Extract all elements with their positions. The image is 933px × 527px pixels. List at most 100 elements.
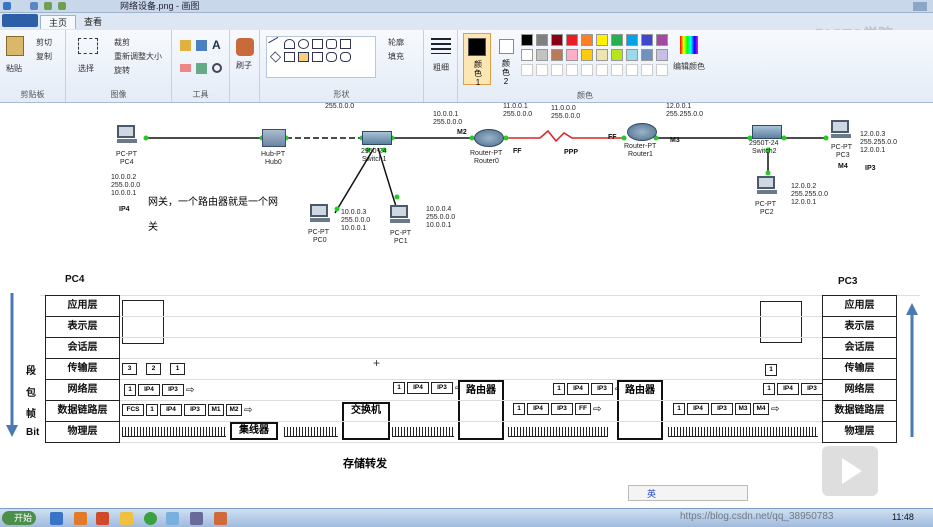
brush-icon[interactable] bbox=[236, 38, 254, 56]
palette-swatch[interactable] bbox=[626, 64, 638, 76]
desktop-icon[interactable] bbox=[50, 512, 63, 525]
palette-swatch[interactable] bbox=[566, 34, 578, 46]
pc0-icon[interactable] bbox=[310, 204, 330, 222]
edit-colors-icon[interactable] bbox=[680, 36, 698, 54]
pc4-icon[interactable] bbox=[117, 125, 137, 143]
app-icon[interactable] bbox=[96, 512, 109, 525]
ime-toolbar[interactable]: 英 bbox=[628, 485, 748, 501]
curve-shape-icon[interactable] bbox=[284, 39, 295, 49]
copy-button[interactable]: 复制 bbox=[36, 51, 52, 62]
magnifier-icon[interactable] bbox=[212, 63, 222, 73]
color-palette[interactable] bbox=[521, 34, 671, 82]
star-shape-icon[interactable] bbox=[312, 52, 323, 62]
switch1-icon[interactable] bbox=[362, 131, 392, 145]
palette-swatch[interactable] bbox=[626, 34, 638, 46]
chrome-icon[interactable] bbox=[144, 512, 157, 525]
paint-taskbar-icon[interactable] bbox=[166, 512, 179, 525]
palette-swatch[interactable] bbox=[536, 49, 548, 61]
palette-swatch[interactable] bbox=[566, 49, 578, 61]
palette-swatch[interactable] bbox=[521, 34, 533, 46]
edit-colors-button[interactable]: 编辑颜色 bbox=[673, 61, 705, 72]
tab-view[interactable]: 查看 bbox=[76, 15, 110, 29]
pencil-icon[interactable] bbox=[180, 40, 191, 51]
rectangle-shape-icon[interactable] bbox=[312, 39, 323, 49]
switch2-icon[interactable] bbox=[752, 125, 782, 139]
gateway-note-line2: 关 bbox=[148, 222, 158, 233]
tab-home[interactable]: 主页 bbox=[40, 15, 77, 29]
rotate-button[interactable]: 旋转 bbox=[114, 65, 130, 76]
color1-button[interactable]: 颜色 1 bbox=[463, 33, 491, 87]
undo-icon[interactable] bbox=[44, 2, 52, 10]
play-button[interactable] bbox=[822, 446, 878, 496]
powerpoint-icon[interactable] bbox=[214, 512, 227, 525]
palette-swatch[interactable] bbox=[641, 49, 653, 61]
fill-dropdown[interactable]: 填充 bbox=[388, 51, 404, 62]
cut-button[interactable]: 剪切 bbox=[36, 37, 52, 48]
palette-swatch[interactable] bbox=[656, 64, 668, 76]
pc2-icon[interactable] bbox=[757, 176, 777, 194]
router1-icon[interactable] bbox=[627, 123, 657, 141]
arrow-shape-icon[interactable] bbox=[298, 52, 309, 62]
palette-swatch[interactable] bbox=[641, 64, 653, 76]
pentagon-shape-icon[interactable] bbox=[284, 52, 295, 62]
fill-bucket-icon[interactable] bbox=[196, 40, 207, 51]
router0-icon[interactable] bbox=[474, 129, 504, 147]
folder-icon[interactable] bbox=[120, 512, 133, 525]
app2-icon[interactable] bbox=[190, 512, 203, 525]
paint-app-icon[interactable] bbox=[3, 2, 11, 10]
oval-shape-icon[interactable] bbox=[298, 39, 309, 49]
palette-swatch[interactable] bbox=[581, 64, 593, 76]
palette-swatch[interactable] bbox=[551, 49, 563, 61]
palette-swatch[interactable] bbox=[611, 49, 623, 61]
file-menu-button[interactable] bbox=[2, 14, 38, 27]
resize-button[interactable]: 重新调整大小 bbox=[114, 51, 162, 62]
palette-swatch[interactable] bbox=[581, 49, 593, 61]
paste-button[interactable]: 粘贴 bbox=[6, 63, 22, 74]
clock: 11:48 bbox=[892, 512, 914, 522]
start-button[interactable]: 开始 bbox=[2, 511, 36, 525]
palette-swatch[interactable] bbox=[551, 34, 563, 46]
palette-swatch[interactable] bbox=[536, 34, 548, 46]
line-width-icon[interactable] bbox=[431, 38, 451, 54]
rounded-rect-shape-icon[interactable] bbox=[326, 39, 337, 49]
palette-swatch[interactable] bbox=[566, 64, 578, 76]
select-button[interactable]: 选择 bbox=[78, 63, 94, 74]
paint-canvas[interactable]: PC-PT PC4 10.0.0.2 255.0.0.0 10.0.0.1 IP… bbox=[0, 103, 933, 508]
switch2-name: Switch2 bbox=[752, 148, 777, 155]
save-icon[interactable] bbox=[30, 2, 38, 10]
paste-icon[interactable] bbox=[6, 36, 24, 56]
palette-swatch[interactable] bbox=[596, 34, 608, 46]
brush-button[interactable]: 刷子 bbox=[236, 60, 252, 71]
crop-button[interactable]: 裁剪 bbox=[114, 37, 130, 48]
firefox-icon[interactable] bbox=[74, 512, 87, 525]
palette-swatch[interactable] bbox=[521, 64, 533, 76]
palette-swatch[interactable] bbox=[596, 64, 608, 76]
palette-swatch[interactable] bbox=[536, 64, 548, 76]
text-icon[interactable]: A bbox=[212, 38, 221, 52]
pc3-icon[interactable] bbox=[831, 120, 851, 138]
palette-swatch[interactable] bbox=[641, 34, 653, 46]
window-controls[interactable] bbox=[913, 2, 927, 11]
eraser-icon[interactable] bbox=[180, 64, 191, 72]
palette-swatch[interactable] bbox=[611, 34, 623, 46]
ime-mode[interactable]: 英 bbox=[647, 487, 656, 500]
palette-swatch[interactable] bbox=[656, 49, 668, 61]
hub0-icon[interactable] bbox=[262, 129, 286, 147]
size-button[interactable]: 粗细 bbox=[433, 62, 449, 73]
palette-swatch[interactable] bbox=[596, 49, 608, 61]
palette-swatch[interactable] bbox=[521, 49, 533, 61]
palette-swatch[interactable] bbox=[656, 34, 668, 46]
pc1-icon[interactable] bbox=[390, 205, 410, 223]
palette-swatch[interactable] bbox=[551, 64, 563, 76]
redo-icon[interactable] bbox=[58, 2, 66, 10]
color2-button[interactable]: 颜色 2 bbox=[494, 33, 518, 86]
select-icon[interactable] bbox=[78, 38, 98, 54]
triangle-shape-icon[interactable] bbox=[340, 39, 351, 49]
callout-shape-icon[interactable] bbox=[326, 52, 337, 62]
palette-swatch[interactable] bbox=[626, 49, 638, 61]
palette-swatch[interactable] bbox=[611, 64, 623, 76]
palette-swatch[interactable] bbox=[581, 34, 593, 46]
color-picker-icon[interactable] bbox=[196, 63, 207, 74]
heart-shape-icon[interactable] bbox=[340, 52, 351, 62]
outline-dropdown[interactable]: 轮廓 bbox=[388, 37, 404, 48]
